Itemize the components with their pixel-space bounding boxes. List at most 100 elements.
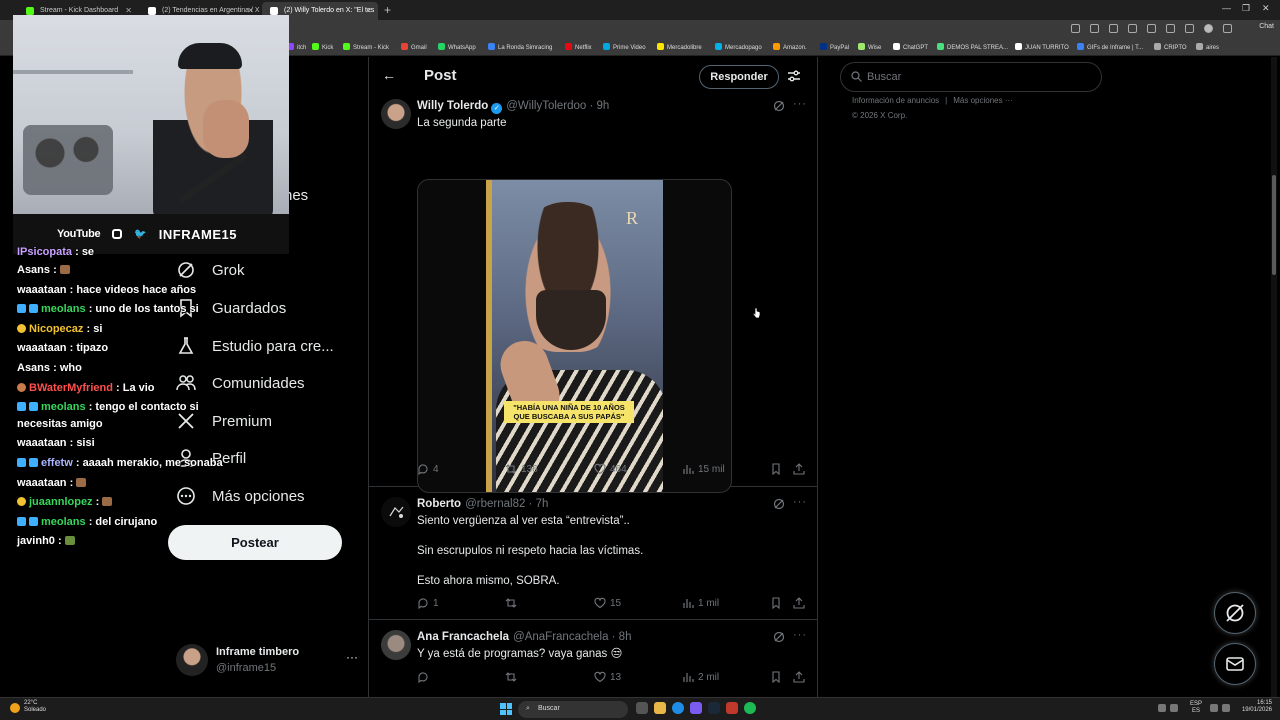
- bookmark-folder[interactable]: CRIPTO: [1154, 43, 1187, 51]
- favorites-icon[interactable]: [1166, 24, 1175, 33]
- weather-widget[interactable]: 22°C Soleado: [10, 700, 46, 714]
- tray-app-icon[interactable]: [1170, 704, 1178, 712]
- close-tab-icon[interactable]: ✕: [365, 2, 372, 20]
- language-indicator[interactable]: ESP ES: [1190, 701, 1202, 715]
- repost-action[interactable]: [505, 671, 521, 683]
- views-action[interactable]: 1 mil: [682, 597, 719, 609]
- back-arrow-icon[interactable]: ←: [382, 67, 396, 83]
- scrollbar-thumb[interactable]: [1272, 175, 1276, 275]
- profile-icon[interactable]: [1204, 24, 1213, 33]
- reply-action[interactable]: 4: [417, 463, 439, 475]
- volume-icon[interactable]: [1222, 704, 1230, 712]
- bookmark-item[interactable]: Stream - Kick: [343, 43, 389, 51]
- tweet-media[interactable]: R "HABÍA UNA NIÑA DE 10 AÑOS QUE BUSCABA…: [417, 179, 732, 493]
- tweet[interactable]: Willy Tolerdo ✓ @WillyTolerdoo · 9h ··· La…: [369, 97, 818, 493]
- spotify-icon[interactable]: [744, 702, 756, 714]
- windows-taskbar: 22°C Soleado ⌕ Buscar ESP ES 16:15 19/01…: [0, 697, 1280, 720]
- reply-button[interactable]: Responder: [699, 65, 779, 89]
- grok-fab-button[interactable]: [1214, 592, 1256, 634]
- bookmark-item[interactable]: Mercadopago: [715, 43, 762, 51]
- repost-action[interactable]: [505, 597, 521, 609]
- bookmark-item[interactable]: PayPal: [820, 43, 849, 51]
- scrollbar-track[interactable]: [1271, 57, 1277, 697]
- bookmark-item[interactable]: itch: [287, 43, 306, 51]
- grok-icon[interactable]: [773, 100, 785, 112]
- close-window-icon[interactable]: ✕: [1262, 3, 1270, 14]
- bookmark-item[interactable]: ChatGPT: [893, 43, 928, 51]
- taskbar-search[interactable]: ⌕ Buscar: [518, 701, 628, 718]
- tweet-author[interactable]: Willy Tolerdo ✓ @WillyTolerdoo · 9h: [417, 100, 609, 114]
- repost-action[interactable]: 136: [505, 463, 538, 475]
- bookmark-item[interactable]: DEMOS PAL STREA...: [937, 43, 1008, 51]
- search-input[interactable]: Buscar: [840, 62, 1102, 92]
- grok-icon[interactable]: [773, 631, 785, 643]
- bookmark-action[interactable]: [770, 597, 782, 609]
- copilot-chat-button[interactable]: Chat: [1259, 23, 1274, 30]
- bookmark-action[interactable]: [770, 463, 782, 475]
- grok-icon[interactable]: [773, 498, 785, 510]
- reply-action[interactable]: [417, 671, 433, 683]
- more-icon[interactable]: ···: [346, 650, 358, 664]
- minimize-icon[interactable]: —: [1222, 3, 1231, 13]
- bookmark-item[interactable]: Mercadolibre: [657, 43, 702, 51]
- more-icon[interactable]: ···: [793, 496, 807, 508]
- avatar[interactable]: [381, 630, 411, 660]
- share-action[interactable]: [793, 671, 805, 683]
- bookmark-action[interactable]: [770, 671, 782, 683]
- video-frame[interactable]: R "HABÍA UNA NIÑA DE 10 AÑOS QUE BUSCABA…: [486, 180, 663, 492]
- footer-link-more-options[interactable]: Más opciones ···: [953, 96, 1013, 105]
- bookmark-item[interactable]: Kick: [312, 43, 333, 51]
- avatar[interactable]: [381, 99, 411, 129]
- tweet-author[interactable]: Ana Francachela @AnaFrancachela · 8h: [417, 631, 631, 643]
- collections-icon[interactable]: [1185, 24, 1194, 33]
- discord-icon[interactable]: [690, 702, 702, 714]
- zoom-icon[interactable]: [1090, 24, 1099, 33]
- bookmark-folder[interactable]: aires: [1196, 43, 1219, 51]
- like-action[interactable]: 15: [594, 597, 621, 609]
- refresh-icon[interactable]: [1128, 24, 1137, 33]
- tray-chevron-icon[interactable]: [1158, 704, 1166, 712]
- tweet[interactable]: Roberto @rbernal82 · 7h ··· Siento vergüe…: [369, 487, 818, 620]
- tweet-author[interactable]: Roberto @rbernal82 · 7h: [417, 498, 548, 510]
- menu-icon[interactable]: [1223, 24, 1232, 33]
- bookmark-item[interactable]: La Ronda Simracing: [488, 43, 552, 51]
- avatar[interactable]: [381, 497, 411, 527]
- windows-start-icon[interactable]: [500, 703, 512, 715]
- bookmark-item[interactable]: JUAN TURRITO: [1015, 43, 1069, 51]
- wifi-icon[interactable]: [1210, 704, 1218, 712]
- tweet[interactable]: Ana Francachela @AnaFrancachela · 8h ··· …: [369, 620, 818, 697]
- steam-icon[interactable]: [708, 702, 720, 714]
- views-action[interactable]: 15 mil: [682, 463, 725, 475]
- page-action-icon[interactable]: [1071, 24, 1080, 33]
- system-clock[interactable]: 16:15 19/01/2026: [1242, 700, 1272, 714]
- bookmark-item[interactable]: Netflix: [565, 43, 592, 51]
- account-switcher[interactable]: Inframe timbero @inframe15 ···: [176, 644, 358, 680]
- new-tab-button[interactable]: +: [384, 2, 391, 18]
- task-view-icon[interactable]: [636, 702, 648, 714]
- views-action[interactable]: 2 mil: [682, 671, 719, 683]
- like-action[interactable]: 13: [594, 671, 621, 683]
- share-action[interactable]: [793, 463, 805, 475]
- star-icon[interactable]: [1109, 24, 1118, 33]
- file-explorer-icon[interactable]: [654, 702, 666, 714]
- edge-icon[interactable]: [672, 702, 684, 714]
- bookmark-item[interactable]: Wise: [858, 43, 881, 51]
- emote-icon: [59, 265, 70, 274]
- like-action[interactable]: 464: [594, 463, 627, 475]
- reply-action[interactable]: 1: [417, 597, 439, 609]
- bookmark-item[interactable]: Prime Video: [603, 43, 646, 51]
- bookmark-item[interactable]: WhatsApp: [438, 43, 476, 51]
- bookmark-item[interactable]: GIFs de Inframe | T...: [1077, 43, 1143, 51]
- extension-icon[interactable]: [1147, 24, 1156, 33]
- app-icon[interactable]: [726, 702, 738, 714]
- maximize-icon[interactable]: ❐: [1242, 3, 1250, 14]
- sliders-icon[interactable]: [787, 69, 801, 83]
- share-action[interactable]: [793, 597, 805, 609]
- reply-count: 4: [433, 463, 439, 475]
- messages-fab-button[interactable]: [1214, 643, 1256, 685]
- bookmark-item[interactable]: Amazon.: [773, 43, 807, 51]
- more-icon[interactable]: ···: [793, 98, 807, 110]
- bookmark-item[interactable]: Gmail: [401, 43, 427, 51]
- footer-link-ads-info[interactable]: Información de anuncios: [852, 96, 939, 105]
- more-icon[interactable]: ···: [793, 629, 807, 641]
